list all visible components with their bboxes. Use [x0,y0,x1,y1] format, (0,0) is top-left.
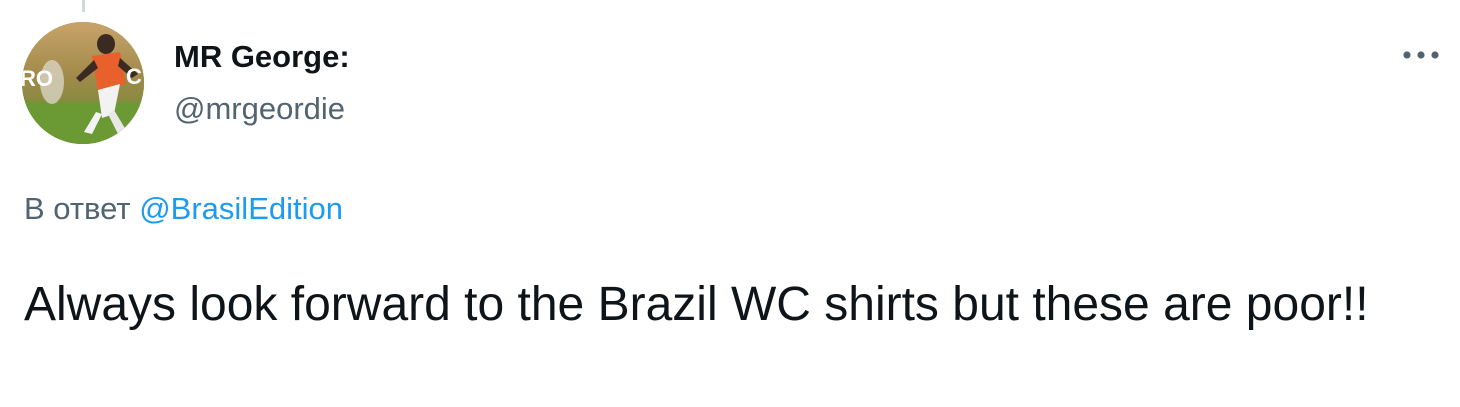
more-horizontal-icon [1403,51,1439,59]
reply-mention-link[interactable]: @BrasilEdition [139,191,343,226]
avatar-image: RO C [22,22,144,144]
tweet[interactable]: RO C MR George: @mrgeordie В ответ @Bras… [0,0,1460,407]
thread-connector-line [82,0,85,12]
tweet-text: Always look forward to the Brazil WC shi… [24,278,1369,331]
avatar[interactable]: RO C [22,22,144,144]
author-block: MR George: @mrgeordie [174,38,350,128]
reply-context: В ответ @BrasilEdition [24,190,343,228]
svg-text:C: C [126,64,142,89]
author-display-name[interactable]: MR George: [174,38,350,76]
more-options-button[interactable] [1398,38,1444,72]
reply-context-prefix: В ответ [24,191,131,226]
svg-text:RO: RO [22,66,53,91]
author-handle[interactable]: @mrgeordie [174,90,350,128]
